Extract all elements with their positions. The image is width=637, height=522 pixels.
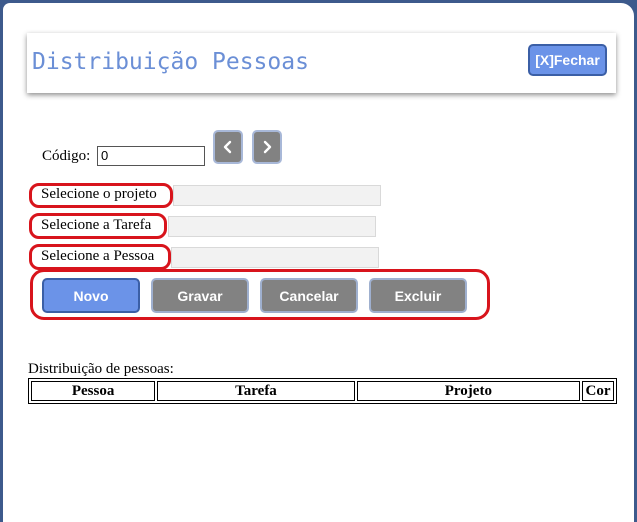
- column-header-tarefa[interactable]: Tarefa: [157, 381, 355, 401]
- excluir-button[interactable]: Excluir: [369, 278, 467, 313]
- distribution-table: Pessoa Tarefa Projeto Cor: [28, 378, 617, 404]
- codigo-label: Código:: [42, 148, 91, 164]
- column-header-projeto[interactable]: Projeto: [356, 381, 580, 401]
- table-caption: Distribuição de pessoas:: [28, 361, 174, 377]
- codigo-input[interactable]: 0: [97, 146, 205, 166]
- close-button[interactable]: [X]Fechar: [528, 44, 607, 76]
- column-header-cor[interactable]: Cor: [582, 381, 614, 401]
- next-record-button[interactable]: [252, 130, 282, 164]
- chevron-right-icon: [263, 140, 272, 154]
- tarefa-label: Selecione a Tarefa: [41, 217, 152, 233]
- app-window: Distribuição Pessoas [X]Fechar Código: 0…: [0, 0, 637, 522]
- gravar-button[interactable]: Gravar: [151, 278, 249, 313]
- column-header-pessoa[interactable]: Pessoa: [31, 381, 156, 401]
- pessoa-select[interactable]: [171, 247, 379, 268]
- projeto-select[interactable]: [173, 185, 381, 206]
- table-header-row: Pessoa Tarefa Projeto Cor: [31, 381, 614, 401]
- pessoa-label: Selecione a Pessoa: [41, 248, 155, 264]
- prev-record-button[interactable]: [213, 130, 243, 164]
- page-title: Distribuição Pessoas: [32, 49, 309, 75]
- header-panel: Distribuição Pessoas [X]Fechar: [27, 33, 616, 93]
- chevron-left-icon: [223, 140, 232, 154]
- novo-button[interactable]: Novo: [42, 278, 140, 313]
- cancelar-button[interactable]: Cancelar: [260, 278, 358, 313]
- tarefa-select[interactable]: [168, 216, 376, 237]
- projeto-label: Selecione o projeto: [41, 186, 157, 202]
